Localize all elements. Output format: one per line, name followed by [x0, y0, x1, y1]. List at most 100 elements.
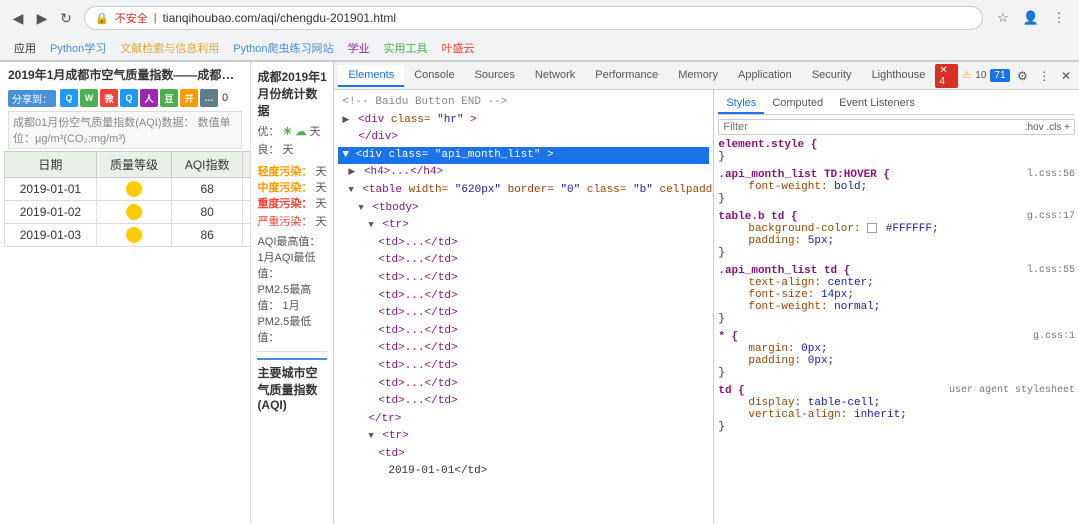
share-row: 分享到： Q W 微 Q 人 豆 开 … 0 — [8, 87, 242, 109]
quality-dot — [126, 227, 142, 243]
social-icon-kaixin[interactable]: 开 — [180, 89, 198, 107]
aqi-data-table: 日期 质量等级 AQI指数 当天AQI排名 PM2.5 PM10 So2 No2… — [4, 151, 250, 247]
data-label-bar: 成都01月份空气质量指数(AQI)数据： 数值单位：μg/m³(CO₂:mg/m… — [8, 111, 242, 149]
dom-line-tbody[interactable]: ▼ <tbody> — [338, 200, 709, 218]
tab-network[interactable]: Network — [525, 65, 585, 87]
css-padding-val: 5px; — [808, 235, 834, 247]
dom-triangle-h4[interactable]: ▶ — [348, 167, 355, 177]
social-icons: Q W 微 Q 人 豆 开 … — [60, 89, 218, 107]
css-source-star: g.css:1 — [1033, 331, 1075, 342]
tab-elements[interactable]: Elements — [338, 65, 404, 87]
dom-tag-api: <div — [356, 149, 389, 161]
light-pollution: 轻度污染： 天 中度污染： 天 重度污染： 天 — [257, 163, 327, 211]
share-button[interactable]: 分享到： — [8, 90, 56, 107]
css-source-api: l.css:55 — [1027, 265, 1075, 276]
tab-sources[interactable]: Sources — [465, 65, 525, 87]
tab-console[interactable]: Console — [404, 65, 464, 87]
css-color-swatch — [867, 223, 886, 235]
dom-table-cellpadding: cellpadding= — [659, 184, 714, 196]
section-divider — [257, 351, 327, 352]
tab-security[interactable]: Security — [802, 65, 862, 87]
col-quality: 质量等级 — [96, 152, 171, 178]
aqi-stats: AQI最高值： 1月AQI最低值： PM2.5最高值： 1月PM2.5最低值： — [257, 233, 327, 345]
dom-td7-tag: <td>...</td> — [378, 342, 457, 354]
social-icon-wechat[interactable]: W — [80, 89, 98, 107]
social-icon-qzone[interactable]: Q — [120, 89, 138, 107]
data-label-text: 成都01月份空气质量指数(AQI)数据： — [13, 117, 195, 129]
bookmark-literature[interactable]: 文献检索与信息利用 — [114, 38, 225, 58]
css-fs-prop: font-size: — [732, 289, 814, 301]
bookmark-python[interactable]: Python学习 — [44, 38, 112, 58]
css-ta-prop: text-align: — [732, 277, 821, 289]
dom-line-tr1[interactable]: ▼ <tr> — [338, 217, 709, 235]
tab-application[interactable]: Application — [728, 65, 802, 87]
styles-filter-input[interactable] — [723, 121, 1024, 133]
address-bar[interactable]: 🔒 不安全 | tianqihoubao.com/aqi/chengdu-201… — [84, 6, 983, 30]
css-padding2-row: padding: 0px; — [718, 355, 1075, 367]
close-devtools-button[interactable]: ✕ — [1057, 66, 1075, 86]
reload-button[interactable]: ↻ — [56, 8, 76, 28]
dom-td-5: <td>...</td> — [338, 305, 709, 323]
liang-label: 良： — [257, 144, 279, 156]
tab-memory[interactable]: Memory — [668, 65, 728, 87]
css-selector-api-row: .api_month_list td { l.css:55 — [718, 265, 1075, 277]
dom-td10-tag: <td>...</td> — [378, 395, 457, 407]
social-icon-weibo[interactable]: 微 — [100, 89, 118, 107]
bookmark-yesheng[interactable]: 叶盛云 — [436, 38, 481, 58]
more-button[interactable]: ⋮ — [1035, 66, 1053, 86]
tab-lighthouse[interactable]: Lighthouse — [862, 65, 936, 87]
styles-filter-bar[interactable]: :hov .cls + — [718, 119, 1075, 135]
bookmark-apps[interactable]: 应用 — [8, 38, 42, 58]
menu-button[interactable]: ⋮ — [1047, 6, 1071, 30]
dom-td-2: <td>...</td> — [338, 252, 709, 270]
dom-triangle-tr1[interactable]: ▼ — [368, 220, 373, 230]
dom-close-div: </div> — [358, 131, 398, 143]
bookmark-study-label: 学业 — [348, 43, 370, 55]
css-rule-api-month: .api_month_list td { l.css:55 text-align… — [718, 265, 1075, 325]
star-button[interactable]: ☆ — [991, 6, 1015, 30]
dom-line-hr[interactable]: ▶ <div class= "hr" > — [338, 112, 709, 130]
back-button[interactable]: ◀ — [8, 8, 28, 28]
dom-triangle-hr[interactable]: ▶ — [342, 115, 349, 125]
right-sidebar: 成都2019年1月份统计数据 优： ☀ ☁ 天 良： 天 轻度污染： 天 中度污… — [250, 62, 333, 524]
settings-button[interactable]: ⚙ — [1014, 66, 1032, 86]
css-bg-val: #FFFFFF; — [886, 223, 939, 235]
styles-tab-styles[interactable]: Styles — [718, 94, 764, 114]
table-row: 2019-01-03 86 177 63 92 6 42 0.89 17 — [5, 224, 251, 247]
css-margin-val: 0px; — [801, 343, 827, 355]
dom-line-table[interactable]: ▼ <table width= "620px" border= "0" clas… — [338, 182, 709, 200]
social-icon-douban[interactable]: 豆 — [160, 89, 178, 107]
dom-tag-hr: <div — [358, 114, 391, 126]
dom-line-h4[interactable]: ▶ <h4>...</h4> — [338, 164, 709, 182]
forward-button[interactable]: ▶ — [32, 8, 52, 28]
dom-triangle-tr2[interactable]: ▼ — [368, 431, 373, 441]
css-brace-text: } — [718, 151, 725, 163]
good-icon: ☀ ☁ — [283, 126, 307, 138]
social-icon-qq[interactable]: Q — [60, 89, 78, 107]
account-button[interactable]: 👤 — [1019, 6, 1043, 30]
dom-triangle-table[interactable]: ▼ — [348, 185, 353, 195]
tab-performance[interactable]: Performance — [585, 65, 668, 87]
dom-triangle-tbody[interactable]: ▼ — [358, 203, 363, 213]
cell-aqi: 86 — [172, 224, 243, 247]
css-selector-hover: .api_month_list TD:HOVER { — [718, 169, 890, 181]
styles-tab-computed[interactable]: Computed — [764, 94, 831, 114]
dom-tr2-tag: <tr> — [382, 430, 408, 442]
styles-tab-event-listeners[interactable]: Event Listeners — [831, 94, 923, 114]
social-icon-renren[interactable]: 人 — [140, 89, 158, 107]
pollution-section: 轻度污染： 天 中度污染： 天 重度污染： 天 严重污染： 天 — [257, 163, 327, 229]
styles-panel: Styles Computed Event Listeners :hov .cl… — [714, 90, 1079, 524]
dom-line-api-month[interactable]: ▼ <div class= "api_month_list" > — [338, 147, 709, 165]
css-td-close: } — [718, 421, 1075, 433]
bookmark-python-spider-label: Python爬虫练习网站 — [233, 43, 333, 55]
css-brace4: } — [718, 313, 725, 325]
dom-line-tr2[interactable]: ▼ <tr> — [338, 428, 709, 446]
dom-triangle-api[interactable]: ▼ — [342, 149, 349, 161]
bookmark-python-spider[interactable]: Python爬虫练习网站 — [227, 38, 339, 58]
social-icon-more[interactable]: … — [200, 89, 218, 107]
bookmark-study[interactable]: 学业 — [342, 38, 376, 58]
dom-tag-hr-close: > — [470, 114, 477, 126]
cell-rank: 186 — [243, 178, 251, 201]
table-row: 2019-01-02 80 179 58 84 8 41 0.94 24 — [5, 201, 251, 224]
bookmark-tools[interactable]: 实用工具 — [378, 38, 434, 58]
